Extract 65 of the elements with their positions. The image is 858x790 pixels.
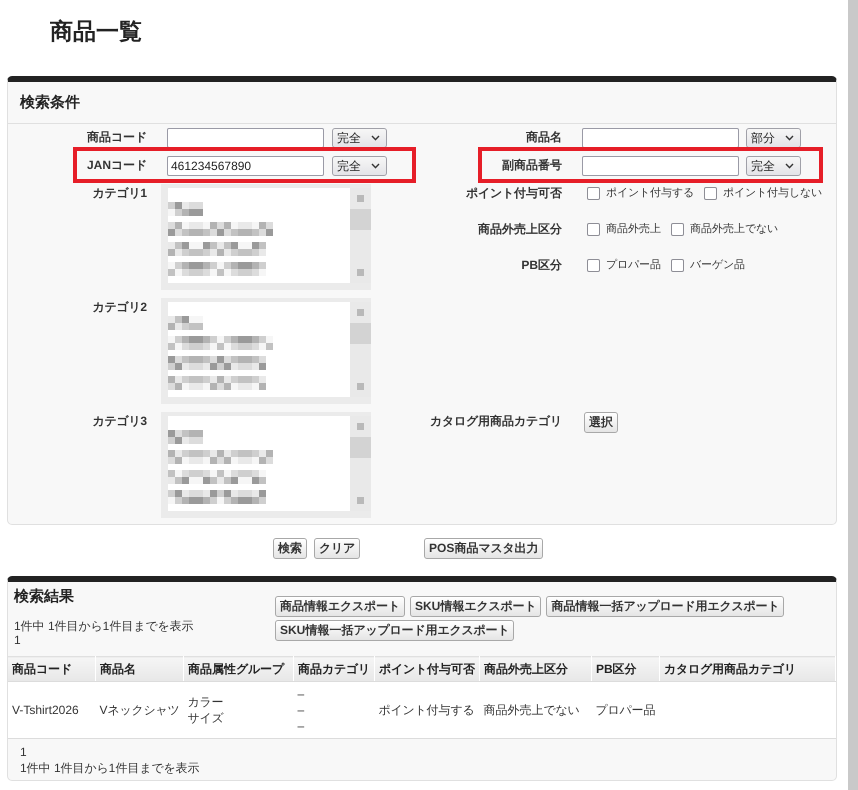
result-summary: 1件中 1件目から1件目までを表示 [20, 760, 200, 776]
checkbox-label[interactable]: 商品外売上でない [690, 222, 778, 236]
field-label: 副商品番号 [502, 158, 562, 172]
checkbox[interactable] [587, 258, 600, 272]
table-cell: ポイント付与する [374, 682, 480, 738]
checkbox-label[interactable]: プロパー品 [606, 258, 661, 272]
table-cell: 商品外売上でない [480, 682, 592, 738]
column-header: 商品カテゴリ [294, 656, 375, 682]
match-select[interactable]: 完全 [332, 156, 387, 176]
field-label: 商品コード [87, 130, 147, 144]
page-number: 1 [14, 633, 21, 647]
field-label: カテゴリ3 [92, 414, 147, 428]
text-field[interactable] [582, 156, 739, 176]
checkbox-label[interactable]: バーゲン品 [690, 258, 745, 272]
checkbox[interactable] [587, 186, 600, 200]
table-cell: Vネックシャツ [96, 682, 184, 738]
text-field[interactable] [582, 128, 739, 148]
table-cell: カラー サイズ [184, 682, 294, 738]
export-button[interactable]: POS商品マスタ出力 [424, 538, 544, 559]
field-label: JANコード [86, 158, 147, 172]
panel-title: 検索結果 [14, 588, 74, 606]
column-header: 商品属性グループ [184, 656, 294, 682]
checkbox[interactable] [671, 258, 684, 272]
export-button[interactable]: SKU情報一括アップロード用エクスポート [275, 620, 514, 641]
field-label: ポイント付与可否 [466, 186, 562, 200]
column-header: 商品名 [96, 656, 184, 682]
checkbox-label[interactable]: ポイント付与しない [723, 186, 822, 200]
chevron-down-icon [785, 163, 794, 169]
chevron-down-icon [371, 135, 380, 141]
match-select[interactable]: 完全 [746, 156, 801, 176]
result-summary: 1件中 1件目から1件目までを表示 [14, 619, 194, 633]
clear-button[interactable]: クリア [314, 538, 360, 559]
panel-title: 検索条件 [20, 94, 80, 112]
checkbox[interactable] [671, 222, 684, 236]
export-button[interactable]: 商品情報エクスポート [275, 596, 405, 617]
export-button[interactable]: SKU情報エクスポート [410, 596, 542, 617]
select-button[interactable]: 選択 [584, 412, 618, 433]
field-label: PB区分 [521, 258, 562, 272]
field-label: 商品名 [526, 130, 562, 144]
column-header: カタログ用商品カテゴリ [660, 656, 836, 682]
text-field[interactable]: 461234567890 [167, 156, 324, 176]
match-select[interactable]: 部分 [746, 128, 801, 148]
text-field[interactable] [167, 128, 324, 148]
checkbox-label[interactable]: ポイント付与する [606, 186, 694, 200]
search-button[interactable]: 検索 [273, 538, 307, 559]
field-label: カテゴリ2 [92, 300, 147, 314]
table-cell: プロパー品 [592, 682, 660, 738]
chevron-down-icon [785, 135, 794, 141]
column-header: PB区分 [592, 656, 660, 682]
page-number: 1 [20, 744, 27, 760]
field-label: カタログ用商品カテゴリ [430, 414, 562, 428]
page-title: 商品一覧 [50, 18, 142, 44]
field-label: 商品外売上区分 [478, 222, 562, 236]
table-cell: V-Tshirt2026 [8, 682, 96, 738]
table-cell: – – – [294, 682, 375, 738]
checkbox[interactable] [704, 186, 717, 200]
column-header: ポイント付与可否 [374, 656, 480, 682]
checkbox-label[interactable]: 商品外売上 [606, 222, 661, 236]
chevron-down-icon [371, 163, 380, 169]
match-select[interactable]: 完全 [332, 128, 387, 148]
checkbox[interactable] [587, 222, 600, 236]
field-label: カテゴリ1 [92, 186, 147, 200]
column-header: 商品外売上区分 [480, 656, 592, 682]
export-button[interactable]: 商品情報一括アップロード用エクスポート [546, 596, 784, 617]
column-header: 商品コード [8, 656, 96, 682]
